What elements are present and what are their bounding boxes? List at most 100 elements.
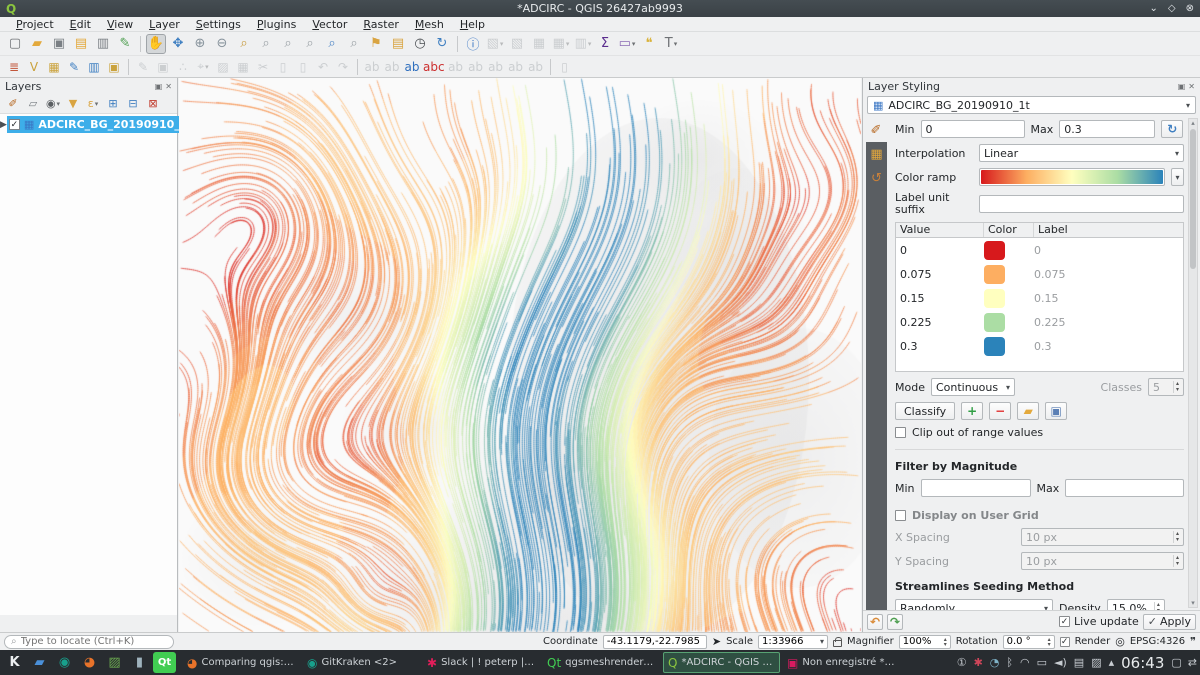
open-layer-styling-panel-icon[interactable]: ✐ xyxy=(5,96,21,112)
minimize-button[interactable]: ⌄ xyxy=(1150,3,1158,14)
interpolation-combo[interactable]: Linear ▾ xyxy=(979,144,1184,162)
zoom-full-icon[interactable]: ⌕ xyxy=(234,34,254,54)
file-manager-icon[interactable]: ▰ xyxy=(28,652,51,673)
zoom-in-icon[interactable]: ⊕ xyxy=(190,34,210,54)
text-annotation-icon[interactable]: T▾ xyxy=(661,34,681,54)
layers-panel-close-button[interactable]: ✕ xyxy=(165,82,172,91)
terminal-launcher-icon[interactable]: ▮ xyxy=(128,652,151,673)
add-vector-layer-icon[interactable]: V xyxy=(25,58,43,76)
scale-input[interactable] xyxy=(762,636,820,647)
rotate-label-icon[interactable]: ab xyxy=(507,58,525,76)
seeding-method-combo[interactable]: Randomly ▾ xyxy=(895,599,1053,610)
layer-visibility-checkbox[interactable]: ✓ xyxy=(9,119,20,130)
filter-legend-icon[interactable]: ▼ xyxy=(65,96,81,112)
load-color-ramp-button[interactable]: ▰ xyxy=(1017,402,1039,420)
render-checkbox[interactable]: ✓ xyxy=(1060,637,1070,647)
task-firefox[interactable]: ◕Comparing qgis:mast... xyxy=(183,652,300,673)
redo-edit-icon[interactable]: ↷ xyxy=(334,58,352,76)
filter-legend-by-expression-icon[interactable]: ε▾ xyxy=(85,96,101,112)
density-spinner[interactable]: ▴▾ xyxy=(1107,599,1165,610)
style-redo-button[interactable]: ↷ xyxy=(887,614,903,630)
menu-view[interactable]: View xyxy=(99,18,141,31)
highlight-pinned-labels-icon[interactable]: ab xyxy=(383,58,401,76)
styling-panel-close-button[interactable]: ✕ xyxy=(1188,82,1195,91)
add-group-icon[interactable]: ▱ xyxy=(25,96,41,112)
layer-expand-arrow[interactable]: ▶ xyxy=(0,120,7,130)
delete-selected-icon[interactable]: ▦ xyxy=(234,58,252,76)
crs-label[interactable]: EPSG:4326 xyxy=(1130,636,1185,647)
open-attribute-table-icon[interactable]: ▦ xyxy=(529,34,549,54)
app-launcher-icon[interactable]: K xyxy=(3,652,26,673)
zoom-native-icon[interactable]: ⌕ xyxy=(300,34,320,54)
activity-switcher-icon[interactable]: ⇄ xyxy=(1188,656,1197,669)
remove-layer-icon[interactable]: ⊠ xyxy=(145,96,161,112)
magnifier-spinner[interactable]: ▴▾ xyxy=(899,635,951,649)
mode-combo[interactable]: Continuous ▾ xyxy=(931,378,1015,396)
save-project-as-icon[interactable]: ▤ xyxy=(71,34,91,54)
menu-vector[interactable]: Vector xyxy=(304,18,355,31)
new-project-icon[interactable]: ▢ xyxy=(5,34,25,54)
layer-actions-icon[interactable]: ▥▾ xyxy=(573,34,593,54)
save-layer-edits-icon[interactable]: ▣ xyxy=(154,58,172,76)
new-spatial-bookmark-icon[interactable]: ⚑ xyxy=(366,34,386,54)
paste-features-icon[interactable]: ▯ xyxy=(294,58,312,76)
menu-layer[interactable]: Layer xyxy=(141,18,188,31)
zoom-next-icon[interactable]: ⌕ xyxy=(344,34,364,54)
menu-project[interactable]: Project xyxy=(8,18,62,31)
layer-tree-item[interactable]: ▶ ✓ ▦ ADCIRC_BG_20190910_1t xyxy=(0,116,177,133)
tab-symbology[interactable]: ✐ xyxy=(863,118,889,142)
rotation-spinner[interactable]: ▴▾ xyxy=(1003,635,1055,649)
undo-edit-icon[interactable]: ↶ xyxy=(314,58,332,76)
x-spacing-input[interactable] xyxy=(1026,531,1173,544)
pin-labels-icon[interactable]: ab xyxy=(363,58,381,76)
max-input[interactable] xyxy=(1064,123,1150,136)
tray-expand-icon[interactable]: ▴ xyxy=(1109,656,1115,669)
class-color-swatch[interactable] xyxy=(984,265,1005,284)
style-manager-icon[interactable]: ✎ xyxy=(115,34,135,54)
filter-min-input[interactable] xyxy=(926,482,1026,495)
min-input[interactable] xyxy=(926,123,1020,136)
new-shapefile-layer-icon[interactable]: ▣ xyxy=(105,58,123,76)
tray-notifications-icon[interactable]: ① xyxy=(957,656,967,669)
remove-class-button[interactable]: − xyxy=(989,402,1011,420)
task-gitkraken[interactable]: ◉GitKraken <2> xyxy=(303,652,420,673)
class-color-swatch[interactable] xyxy=(984,313,1005,332)
task-qgis[interactable]: Q*ADCIRC - QGIS 26427... xyxy=(663,652,780,673)
add-class-button[interactable]: + xyxy=(961,402,983,420)
field-calculator-icon[interactable]: ▦▾ xyxy=(551,34,571,54)
add-mesh-layer-icon[interactable]: ✎ xyxy=(65,58,83,76)
menu-mesh[interactable]: Mesh xyxy=(407,18,452,31)
messages-icon[interactable]: ❞ xyxy=(1190,635,1196,648)
menu-edit[interactable]: Edit xyxy=(62,18,99,31)
tray-network-icon[interactable]: ◠ xyxy=(1020,656,1030,669)
reload-minmax-button[interactable]: ↻ xyxy=(1161,120,1183,138)
classify-button[interactable]: Classify xyxy=(895,402,955,420)
map-tips-icon[interactable]: ❝ xyxy=(639,34,659,54)
tray-user-switch-icon[interactable]: ◔ xyxy=(990,656,1000,669)
tray-bluetooth-icon[interactable]: ᛒ xyxy=(1006,656,1013,669)
copy-features-icon[interactable]: ▯ xyxy=(274,58,292,76)
label-unit-suffix-input[interactable] xyxy=(984,198,1179,211)
color-ramp-button[interactable] xyxy=(979,168,1165,186)
open-project-icon[interactable]: ▰ xyxy=(27,34,47,54)
task-spyder[interactable]: ▣Non enregistré * — Sp... xyxy=(783,652,900,673)
display-on-user-grid-checkbox[interactable]: ✓ xyxy=(895,510,906,521)
firefox-launcher-icon[interactable]: ◕ xyxy=(78,652,101,673)
x-spacing-spinner[interactable]: ▴▾ xyxy=(1021,528,1184,546)
task-qtcreator[interactable]: Qtqgsmeshrenderersetti... xyxy=(543,652,660,673)
styling-layer-selector[interactable]: ▦ ADCIRC_BG_20190910_1t ▾ xyxy=(867,96,1196,114)
class-color-swatch[interactable] xyxy=(984,289,1005,308)
tray-screenshot-icon[interactable]: ▨ xyxy=(1091,656,1101,669)
add-feature-icon[interactable]: ∴ xyxy=(174,58,192,76)
y-spacing-input[interactable] xyxy=(1026,555,1173,568)
class-row[interactable]: 0.150.15 xyxy=(896,286,1183,310)
change-label-properties-icon[interactable]: ab xyxy=(527,58,545,76)
rotation-input[interactable] xyxy=(1007,636,1048,647)
identify-features-icon[interactable]: ⓘ xyxy=(463,34,483,54)
tray-clipboard-icon[interactable]: ▤ xyxy=(1074,656,1084,669)
styling-scrollbar[interactable]: ▴ ▾ xyxy=(1188,118,1198,608)
class-row[interactable]: 00 xyxy=(896,238,1183,262)
manage-map-themes-icon[interactable]: ◉▾ xyxy=(45,96,61,112)
save-color-ramp-button[interactable]: ▣ xyxy=(1045,402,1067,420)
new-print-layout-icon[interactable]: ▥ xyxy=(93,34,113,54)
